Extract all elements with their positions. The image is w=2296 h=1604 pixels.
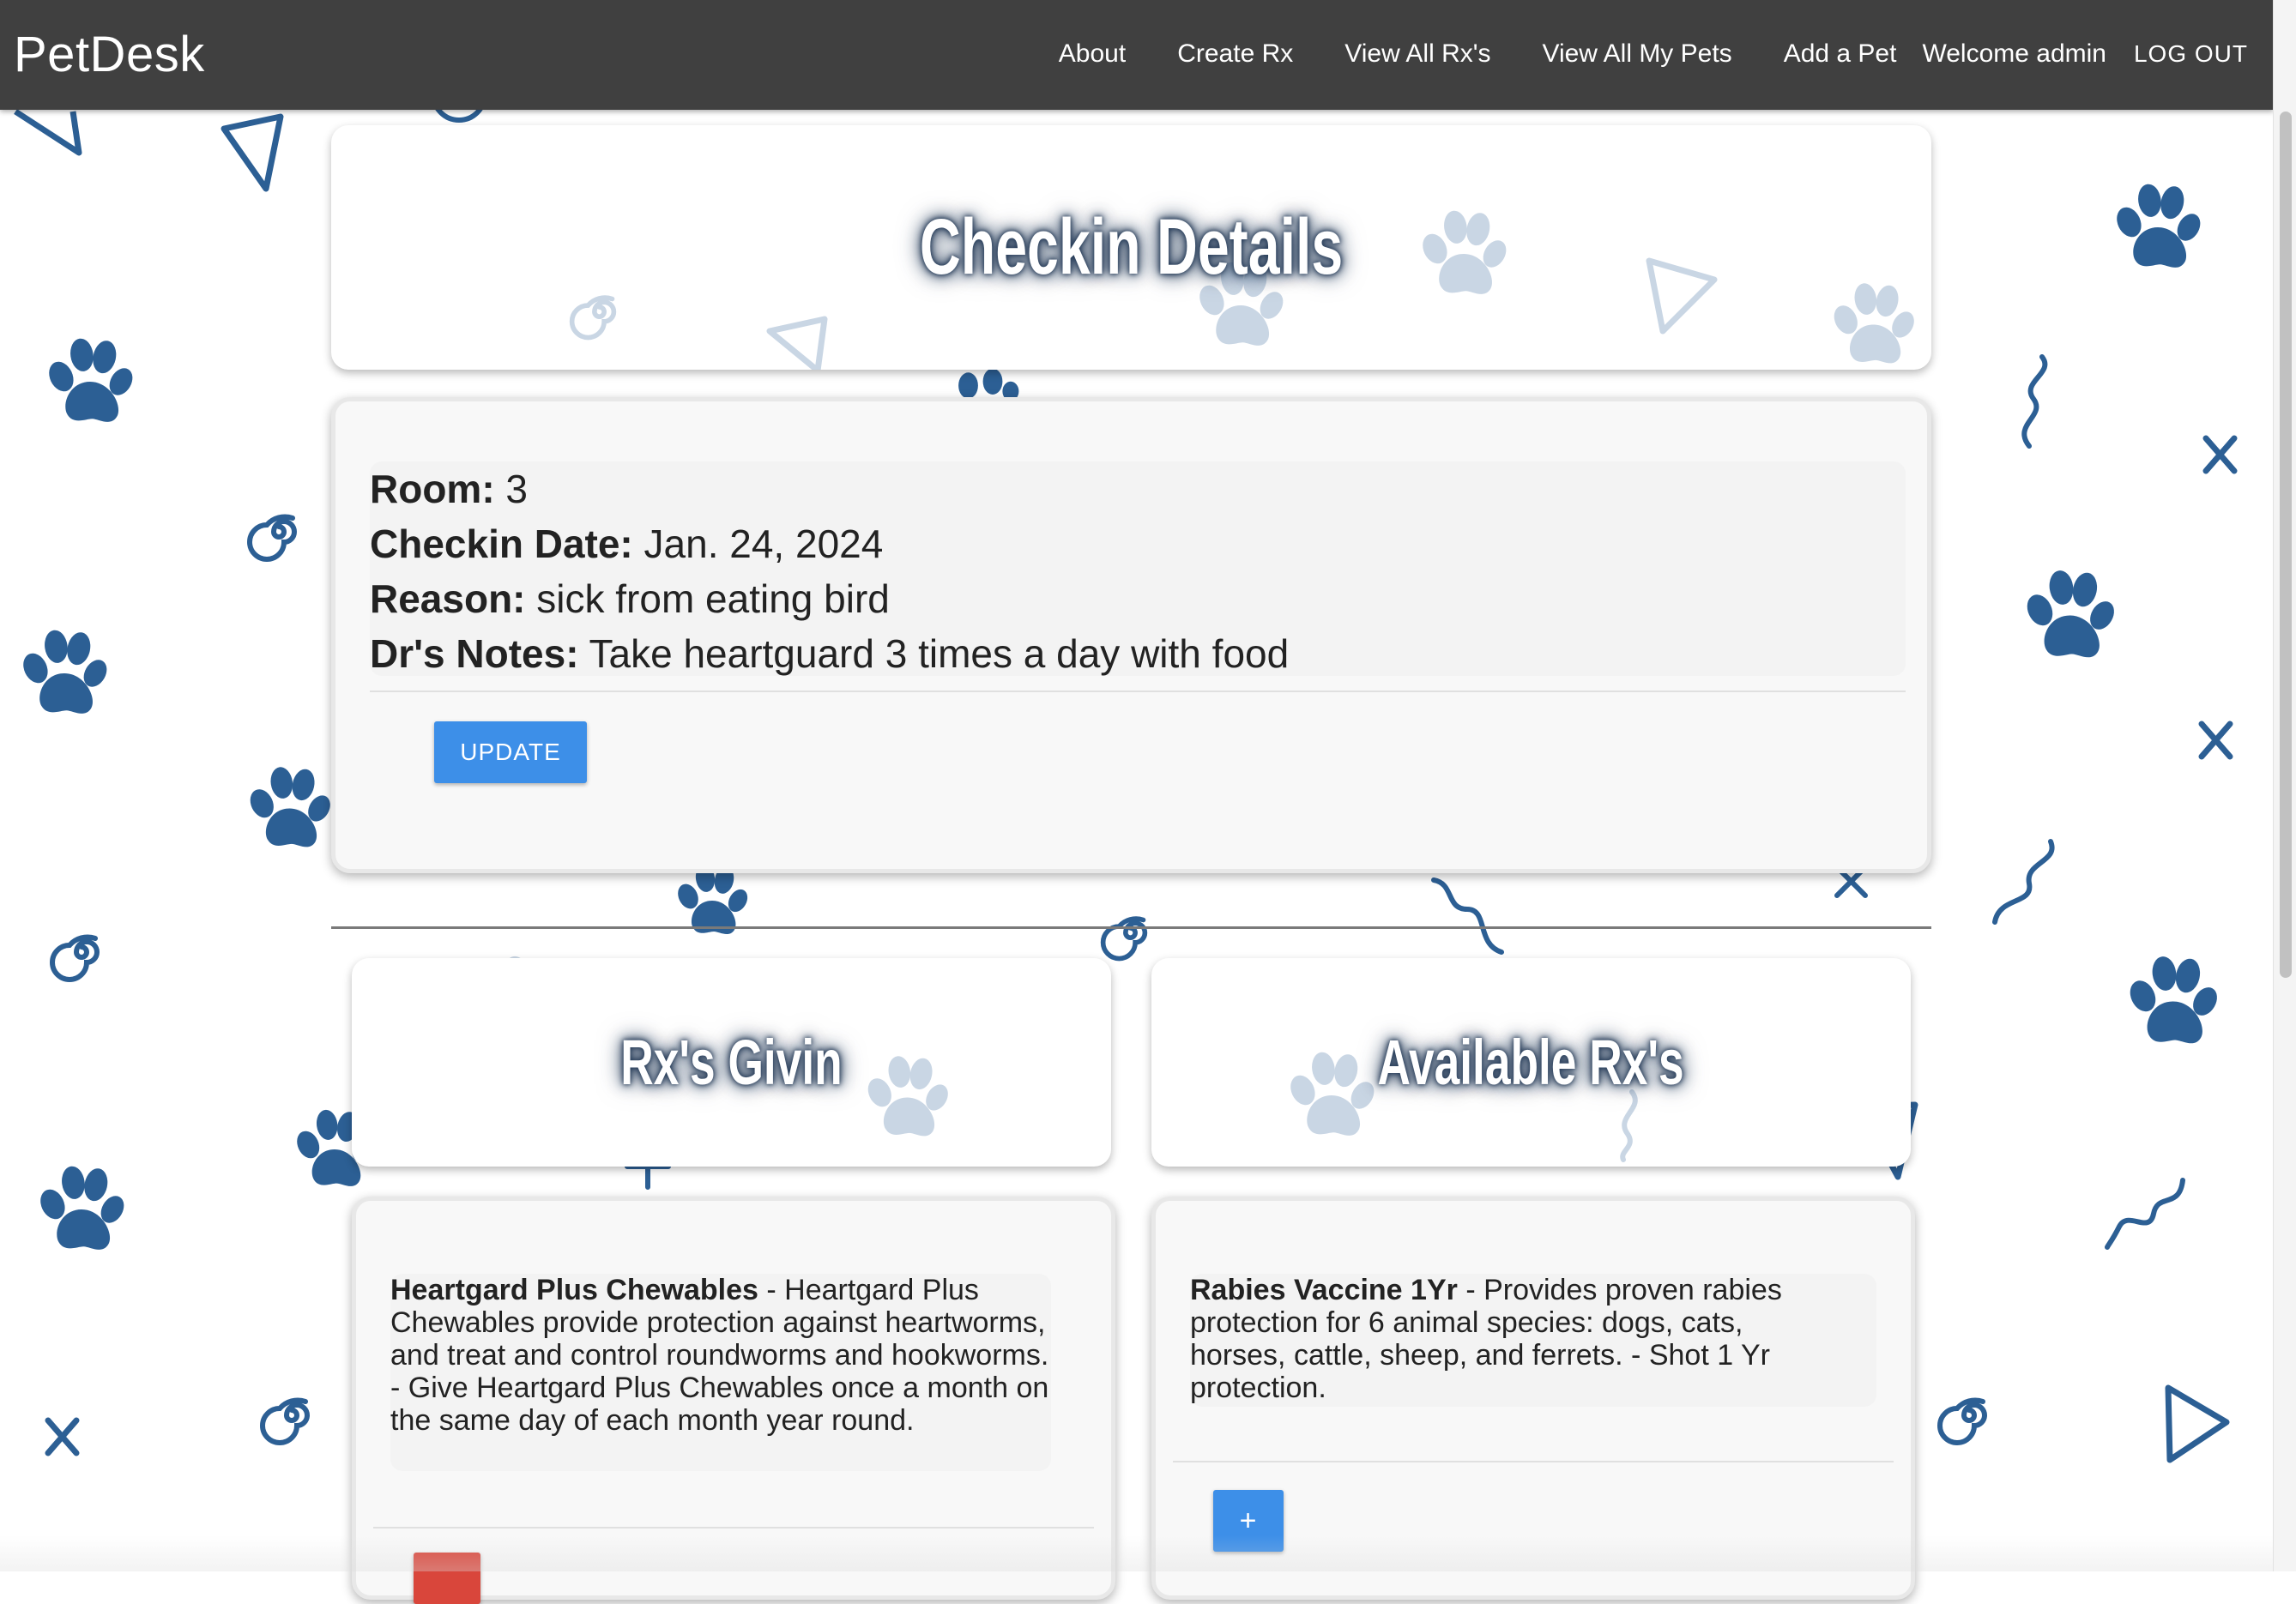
available-rx-title-card: Available Rx's [1151,958,1911,1167]
bottom-fade [0,1535,2274,1571]
x-mark-icon [2196,719,2235,762]
rx-givin-title: Rx's Givin [620,1027,843,1098]
triangle-icon [9,103,86,163]
available-rx-item-name: Rabies Vaccine 1Yr [1190,1274,1458,1306]
paw-icon [39,330,142,433]
paw-icon [858,1048,957,1147]
page-title: Checkin Details [919,203,1344,291]
room-value: 3 [494,467,529,511]
scrollbar-thumb[interactable] [2280,112,2292,978]
reason-label: Reason: [370,576,526,621]
paw-icon [1824,275,1923,370]
spiral-icon [1098,901,1163,965]
divider [373,1527,1094,1529]
spiral-icon [47,918,116,986]
welcome-text: Welcome admin [1922,39,2106,68]
triangle-icon [1644,254,1721,340]
spiral-icon [245,497,313,566]
dr-notes-line: Dr's Notes: Take heartguard 3 times a da… [370,626,1289,681]
checkin-info-box: Room: 3 Checkin Date: Jan. 24, 2024 Reas… [370,461,1906,676]
update-button[interactable]: UPDATE [434,721,587,783]
x-mark-icon [2201,433,2239,476]
rx-givin-item: Heartgard Plus Chewables - Heartgard Plu… [390,1274,1051,1471]
triangle-icon [2158,1381,2235,1467]
nav-link-view-all-rxs[interactable]: View All Rx's [1344,39,1490,69]
navbar: PetDesk About Create Rx View All Rx's Vi… [0,0,2274,110]
paw-icon [240,759,339,858]
squiggle-icon [1982,836,2059,931]
brand-logo[interactable]: PetDesk [14,26,205,83]
rx-givin-item-name: Heartgard Plus Chewables [390,1274,758,1306]
paw-icon [2016,562,2124,669]
rx-givin-title-card: Rx's Givin [352,958,1111,1167]
paw-icon [30,1158,133,1261]
squiggle-icon [2008,352,2059,455]
spiral-icon [1935,1381,2003,1450]
paw-icon [1412,202,1515,305]
paw-icon [2106,176,2209,279]
paw-icon [2119,948,2227,1055]
room-label: Room: [370,467,495,511]
nav-link-view-all-my-pets[interactable]: View All My Pets [1542,39,1731,69]
spiral-icon [257,1381,326,1450]
nav-links: About Create Rx View All Rx's View All M… [1007,39,2248,69]
dr-notes-value: Take heartguard 3 times a day with food [578,631,1290,676]
checkin-info-panel: Room: 3 Checkin Date: Jan. 24, 2024 Reas… [331,397,1931,873]
divider [1173,1461,1894,1462]
dr-notes-label: Dr's Notes: [370,631,579,676]
available-rx-title: Available Rx's [1377,1027,1685,1098]
divider [370,690,1906,692]
reason-line: Reason: sick from eating bird [370,571,1289,626]
section-divider [331,926,1931,929]
x-mark-icon [43,1415,82,1458]
checkin-date-label: Checkin Date: [370,522,633,566]
squiggle-icon [2102,1175,2188,1252]
checkin-date-line: Checkin Date: Jan. 24, 2024 [370,516,1289,571]
checkin-date-value: Jan. 24, 2024 [632,522,884,566]
paw-icon [13,622,116,725]
reason-value: sick from eating bird [525,576,890,621]
triangle-icon [764,314,833,370]
nav-link-create-rx[interactable]: Create Rx [1177,39,1293,69]
nav-link-about[interactable]: About [1059,39,1126,69]
page-scrollbar[interactable] [2273,0,2296,1571]
checkin-title-card: Checkin Details [331,125,1931,370]
available-rx-item: Rabies Vaccine 1Yr - Provides proven rab… [1190,1274,1876,1407]
paw-icon [1280,1044,1383,1147]
squiggle-icon [1429,875,1514,961]
spiral-icon [567,280,631,344]
triangle-icon [219,112,287,197]
room-line: Room: 3 [370,461,1289,516]
logout-link[interactable]: LOG OUT [2134,40,2248,68]
nav-link-add-a-pet[interactable]: Add a Pet [1784,39,1897,69]
